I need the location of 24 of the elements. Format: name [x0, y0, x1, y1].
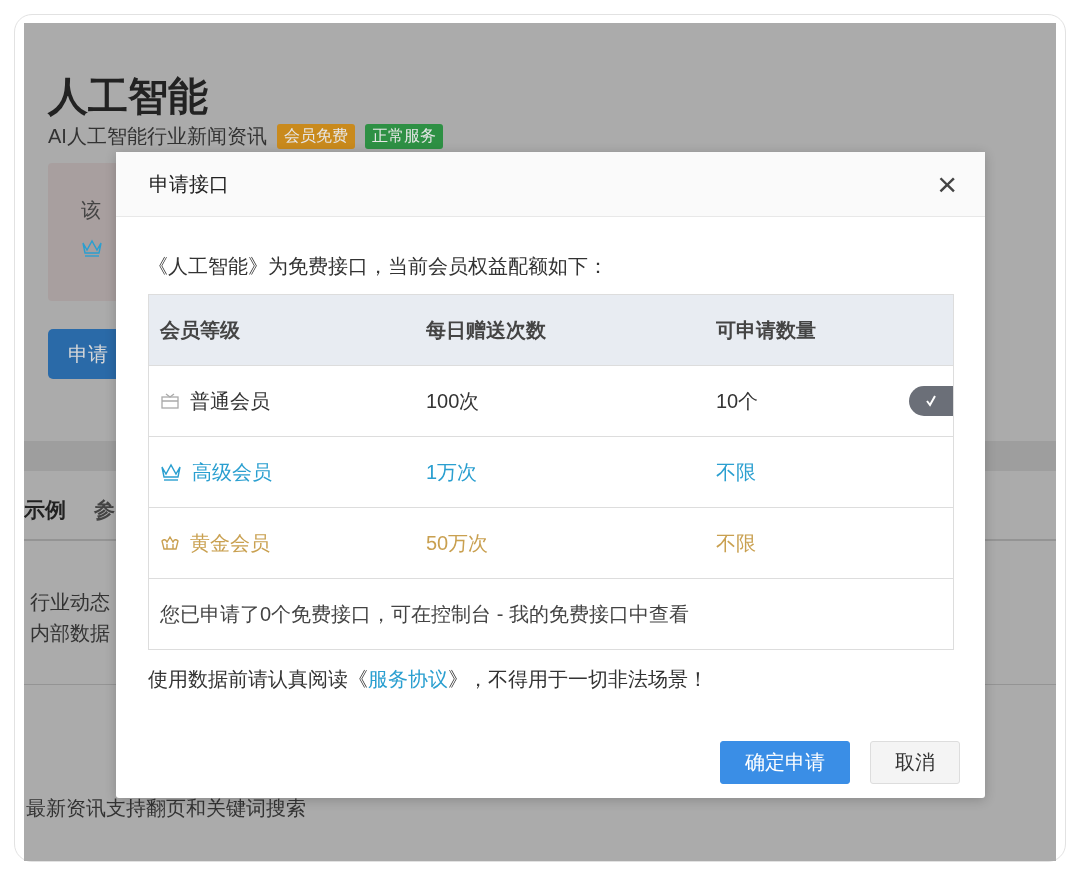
- column-header: 可申请数量: [716, 317, 817, 343]
- table-cell-text: 50万次: [426, 530, 490, 556]
- tier-name: 黄金会员: [190, 530, 270, 556]
- description-text: 内部数据: [30, 621, 110, 646]
- page-title: 人工智能: [48, 73, 209, 119]
- tier-name: 高级会员: [192, 459, 272, 485]
- page-subtitle: AI人工智能行业新闻资讯: [48, 123, 267, 149]
- description-text: 行业动态: [30, 590, 110, 615]
- table-cell-text: 不限: [716, 530, 757, 556]
- tier-name: 普通会员: [190, 388, 270, 414]
- table-cell-text: 10个: [716, 388, 760, 414]
- agreement-text: 使用数据前请认真阅读《服务协议》，不得用于一切非法场景！: [148, 667, 709, 692]
- dialog-title: 申请接口: [149, 171, 229, 197]
- table-cell-text: 1万次: [426, 459, 479, 485]
- applied-summary: 您已申请了0个免费接口，可在控制台 - 我的免费接口中查看: [149, 578, 953, 649]
- section-text: 最新资讯支持翻页和关键词搜索: [26, 796, 307, 821]
- intro-text: 《人工智能》为免费接口，当前会员权益配额如下：: [148, 254, 609, 279]
- status-badge: 正常服务: [364, 123, 443, 149]
- table-cell-text: 100次: [426, 388, 481, 414]
- column-header: 会员等级: [160, 317, 241, 343]
- table-cell-text: 不限: [716, 459, 757, 485]
- notice-text: 该: [81, 198, 102, 223]
- status-badge: 会员免费: [276, 123, 355, 149]
- column-header: 每日赠送次数: [426, 317, 547, 343]
